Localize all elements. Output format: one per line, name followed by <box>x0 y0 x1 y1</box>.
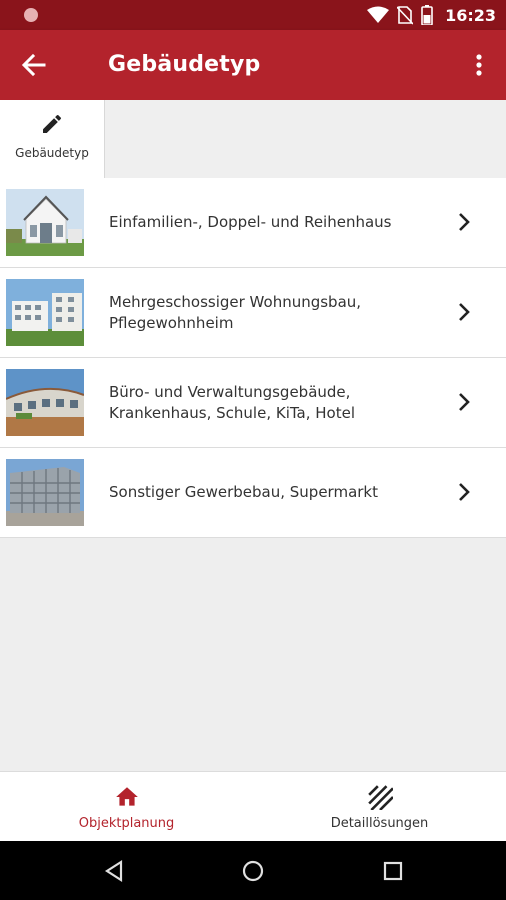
list-item-wohnungsbau[interactable]: Mehrgeschossiger Wohnungsbau, Pflegewohn… <box>0 268 506 358</box>
back-triangle-icon[interactable] <box>101 858 127 884</box>
chevron-right-icon <box>459 213 470 231</box>
home-icon <box>115 787 138 806</box>
back-button[interactable] <box>18 50 50 80</box>
nav-label: Detaillösungen <box>330 816 429 831</box>
arrow-left-icon <box>21 53 46 77</box>
list-item-label: Einfamilien-, Doppel- und Reihenhaus <box>109 213 392 231</box>
wifi-icon <box>367 6 390 23</box>
nav-detailloesungen[interactable]: Detaillösungen <box>253 772 506 842</box>
step-bar: Gebäudetyp <box>0 100 506 178</box>
recents-square-icon[interactable] <box>380 858 406 884</box>
status-icons: 16:23 <box>367 5 496 25</box>
list-item-label: Sonstiger Gewerbebau, Supermarkt <box>109 483 378 501</box>
nav-objektplanung[interactable]: Objektplanung <box>0 772 253 842</box>
nav-label: Objektplanung <box>78 816 175 831</box>
notification-dot-icon <box>24 8 38 22</box>
tab-gebaeudetyp[interactable]: Gebäudetyp <box>0 100 105 178</box>
overflow-menu-button[interactable] <box>466 50 492 80</box>
more-vert-icon <box>476 54 482 76</box>
apartment-photo <box>6 279 84 346</box>
chevron-right-icon <box>459 393 470 411</box>
list-item-label: Büro- und Verwaltungsgebäude, Krankenhau… <box>109 382 356 422</box>
status-bar: 16:23 <box>0 0 506 30</box>
tab-label: Gebäudetyp <box>15 146 89 160</box>
no-sim-icon <box>397 6 414 25</box>
hatch-icon <box>367 785 393 810</box>
bottom-navigation: Objektplanung Detaillösungen <box>0 771 506 842</box>
list-item-label: Mehrgeschossiger Wohnungsbau, Pflegewohn… <box>109 292 362 332</box>
app-bar: Gebäudetyp <box>0 30 506 100</box>
list-item-einfamilienhaus[interactable]: Einfamilien-, Doppel- und Reihenhaus <box>0 178 506 268</box>
battery-icon <box>421 5 433 25</box>
page-title: Gebäudetyp <box>108 52 261 77</box>
chevron-right-icon <box>459 303 470 321</box>
office-photo <box>6 369 84 436</box>
commercial-photo <box>6 459 84 526</box>
pencil-icon <box>43 114 62 133</box>
list-item-gewerbebau[interactable]: Sonstiger Gewerbebau, Supermarkt <box>0 448 506 538</box>
building-type-list: Einfamilien-, Doppel- und Reihenhaus Meh… <box>0 178 506 538</box>
status-time: 16:23 <box>445 5 496 25</box>
system-navigation-bar <box>0 841 506 900</box>
list-item-buerogebaeude[interactable]: Büro- und Verwaltungsgebäude, Krankenhau… <box>0 358 506 448</box>
chevron-right-icon <box>459 483 470 501</box>
home-circle-icon[interactable] <box>240 858 266 884</box>
house-photo <box>6 189 84 256</box>
